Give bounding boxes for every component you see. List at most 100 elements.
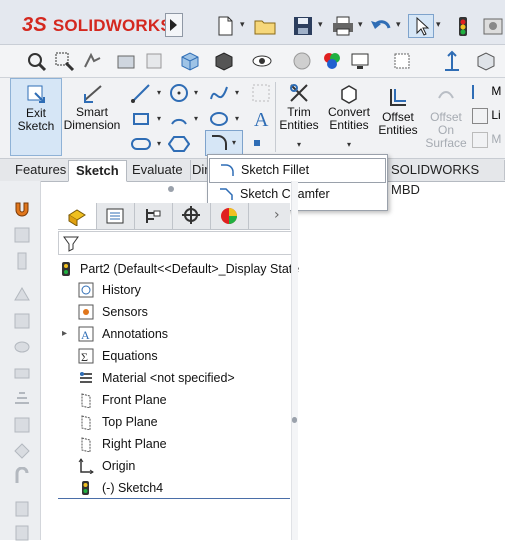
spline-dropdown-icon[interactable]: ▾: [235, 89, 243, 97]
convert-dropdown-icon[interactable]: ▾: [345, 141, 353, 149]
mirror-entities-truncated[interactable]: M: [472, 84, 501, 99]
rollback-bar[interactable]: [58, 498, 290, 499]
select-pointer-icon[interactable]: [408, 14, 434, 38]
undo-icon[interactable]: [368, 14, 394, 38]
tab-dimxpertmanager[interactable]: [172, 203, 211, 229]
tool-6-icon[interactable]: [12, 337, 32, 357]
tab-configurationmanager[interactable]: [134, 203, 173, 229]
rectangle-icon[interactable]: [130, 108, 152, 130]
tab-propertymanager[interactable]: [96, 203, 135, 229]
apply-scene-icon[interactable]: [320, 49, 344, 73]
zoom-to-fit-icon[interactable]: [24, 49, 48, 73]
zoom-area-icon[interactable]: [52, 49, 76, 73]
edit-appearance-icon[interactable]: [290, 49, 314, 73]
tool-9-icon[interactable]: [12, 415, 32, 435]
move-with-triad-icon[interactable]: [440, 49, 464, 73]
view-cube-icon[interactable]: [474, 49, 498, 73]
view-settings-icon[interactable]: [348, 49, 372, 73]
tool-10-icon[interactable]: [12, 441, 32, 461]
circle-dropdown-icon[interactable]: ▾: [194, 89, 202, 97]
tool-3-icon[interactable]: [12, 251, 32, 271]
sketch-fillet-button-active[interactable]: ▾: [205, 130, 243, 156]
exit-sketch-button[interactable]: Exit Sketch: [10, 78, 62, 156]
splitter-grip[interactable]: [292, 417, 297, 423]
previous-view-icon[interactable]: [80, 49, 104, 73]
tree-item-top-plane[interactable]: Top Plane: [58, 411, 293, 433]
arc-icon[interactable]: [168, 108, 190, 130]
tree-root-part[interactable]: Part2 (Default<<Default>_Display State: [58, 258, 299, 280]
open-folder-icon[interactable]: [252, 14, 278, 38]
tabs-scroll-right-icon[interactable]: ›: [274, 207, 280, 223]
section-view-icon[interactable]: [114, 49, 138, 73]
tree-item-material[interactable]: Material <not specified>: [58, 367, 293, 389]
tab-featuremanager[interactable]: [58, 203, 97, 229]
tree-item-history[interactable]: History: [58, 279, 293, 301]
arc-dropdown-icon[interactable]: ▾: [194, 115, 202, 123]
ellipse-dropdown-icon[interactable]: ▾: [235, 115, 243, 123]
tab-displaymanager[interactable]: [210, 203, 249, 229]
display-delete-relations-icon[interactable]: [250, 82, 272, 104]
tool-5-icon[interactable]: [12, 311, 32, 331]
feature-tree-filter[interactable]: [58, 231, 292, 255]
linear-pattern-truncated[interactable]: Li: [472, 108, 501, 124]
new-dropdown-icon[interactable]: ▾: [240, 20, 248, 30]
select-dropdown-icon[interactable]: ▾: [436, 20, 444, 30]
tool-2-icon[interactable]: [12, 225, 32, 245]
save-dropdown-icon[interactable]: ▾: [318, 20, 326, 30]
menu-item-sketch-fillet[interactable]: Sketch Fillet: [209, 158, 386, 183]
line-icon[interactable]: [130, 82, 152, 104]
polygon-icon[interactable]: [167, 133, 191, 155]
tree-item-right-plane[interactable]: Right Plane: [58, 433, 293, 455]
tree-item-front-plane[interactable]: Front Plane: [58, 389, 293, 411]
tree-item-annotations[interactable]: ▸ A Annotations: [58, 323, 293, 345]
slot-dropdown-icon[interactable]: ▾: [157, 140, 165, 148]
ellipse-icon[interactable]: [208, 108, 230, 130]
smart-dimension-button[interactable]: Smart Dimension: [62, 78, 122, 154]
spline-icon[interactable]: [208, 82, 230, 104]
expand-arrow-icon[interactable]: ▸: [62, 323, 67, 345]
tool-8-icon[interactable]: [12, 389, 32, 409]
tree-item-sketch4[interactable]: (-) Sketch4: [58, 477, 293, 499]
circle-icon[interactable]: [168, 82, 190, 104]
convert-entities-button[interactable]: Convert Entities ▾: [323, 78, 375, 154]
tool-7-icon[interactable]: [12, 363, 32, 383]
fillet-dropdown-icon[interactable]: ▾: [232, 139, 240, 147]
normal-to-icon[interactable]: [390, 49, 414, 73]
undo-dropdown-icon[interactable]: ▾: [396, 20, 404, 30]
tree-item-origin[interactable]: Origin: [58, 455, 293, 477]
line-dropdown-icon[interactable]: ▾: [157, 89, 165, 97]
view-orientation-icon[interactable]: [178, 49, 202, 73]
tab-evaluate[interactable]: Evaluate: [125, 160, 191, 180]
solidworks-logo[interactable]: 3S SOLIDWORKS: [22, 14, 172, 37]
slot-icon[interactable]: [130, 133, 152, 155]
offset-on-surface-button[interactable]: Offset On Surface: [421, 78, 471, 154]
magnet-icon[interactable]: [12, 199, 32, 219]
hide-show-items-icon[interactable]: [250, 49, 274, 73]
save-icon[interactable]: [290, 14, 316, 38]
point-icon[interactable]: [254, 140, 260, 146]
tool-13-icon[interactable]: [12, 523, 32, 543]
menu-expand-arrow-icon[interactable]: [165, 13, 183, 37]
tab-features[interactable]: Features: [8, 160, 75, 180]
move-entities-truncated[interactable]: M: [472, 132, 501, 148]
tab-solidworks-mbd[interactable]: SOLIDWORKS MBD: [384, 160, 505, 197]
display-style-icon[interactable]: [212, 49, 236, 73]
print-dropdown-icon[interactable]: ▾: [358, 20, 366, 30]
panel-grip[interactable]: [168, 186, 174, 192]
tab-sketch[interactable]: Sketch: [68, 160, 127, 182]
print-icon[interactable]: [330, 14, 356, 38]
options-gear-icon[interactable]: [480, 14, 505, 38]
rebuild-traffic-light-icon[interactable]: [450, 14, 476, 38]
trim-entities-button[interactable]: Trim Entities ▾: [276, 78, 322, 154]
rectangle-dropdown-icon[interactable]: ▾: [157, 115, 165, 123]
tool-4-icon[interactable]: [12, 285, 32, 305]
trim-dropdown-icon[interactable]: ▾: [295, 141, 303, 149]
tree-item-sensors[interactable]: Sensors: [58, 301, 293, 323]
tool-11-icon[interactable]: [12, 466, 32, 487]
tool-12-icon[interactable]: [12, 499, 32, 519]
offset-entities-button[interactable]: Offset Entities: [376, 78, 420, 154]
dynamic-annotation-icon[interactable]: [142, 49, 166, 73]
new-document-icon[interactable]: [212, 14, 238, 38]
text-icon[interactable]: A: [250, 108, 272, 131]
tree-item-equations[interactable]: Σ Equations: [58, 345, 293, 367]
